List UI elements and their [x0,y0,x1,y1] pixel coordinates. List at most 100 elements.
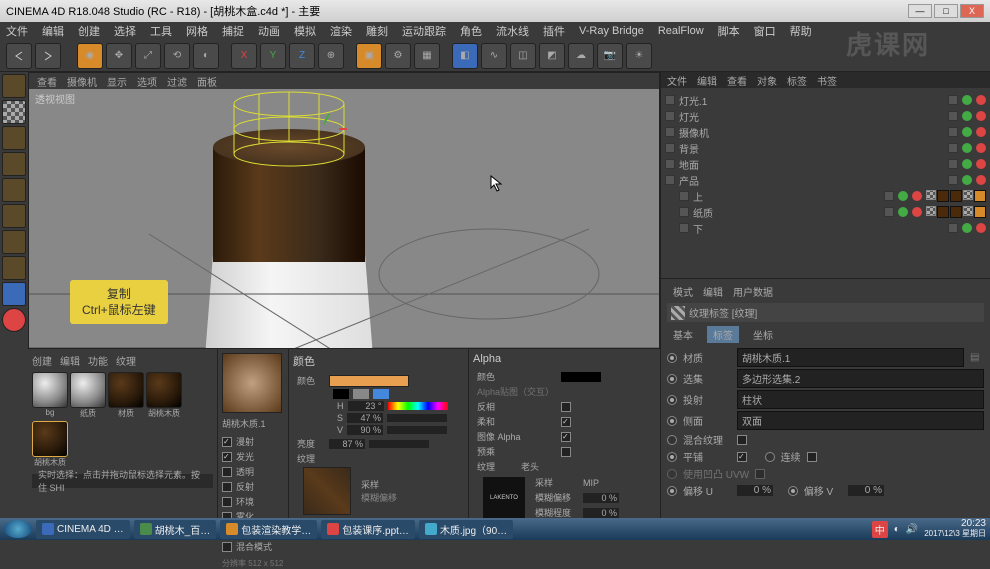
render-view-icon[interactable]: ▣ [356,43,382,69]
window-minimize[interactable]: — [908,4,932,18]
brightness-input[interactable]: 87 % [329,439,365,449]
radio-icon[interactable] [667,353,677,363]
menu-item[interactable]: RealFlow [658,25,704,37]
menu-item[interactable]: 网格 [186,23,208,39]
menu-item[interactable]: 渲染 [330,23,352,39]
scale-tool-icon[interactable]: ⤢ [135,43,161,69]
menu-item[interactable]: 脚本 [718,23,740,39]
select-tool-icon[interactable]: ◉ [77,43,103,69]
attr-tab[interactable]: 坐标 [747,326,779,343]
point-mode-icon[interactable] [2,152,26,176]
render-settings-icon[interactable]: ⚙ [385,43,411,69]
taskbar-item[interactable]: 木质.jpg（90… [419,520,513,539]
deformer-icon[interactable]: ◩ [539,43,565,69]
undo-icon[interactable] [6,43,32,69]
material-ball[interactable] [146,372,182,408]
start-button[interactable] [4,520,32,538]
alpha-tex-field[interactable]: 老头 [521,460,581,473]
attr-head-tab[interactable]: 模式 [673,284,693,299]
mix-checkbox[interactable] [737,435,747,445]
viewport-solo-icon[interactable] [2,256,26,280]
window-maximize[interactable]: □ [934,4,958,18]
layer-row[interactable]: 背景 [665,140,986,156]
material-grid[interactable]: bg纸质材质胡桃木质胡桃木质 [32,372,213,468]
layer-row[interactable]: 下 [665,220,986,236]
spline-icon[interactable]: ∿ [481,43,507,69]
sat-slider[interactable] [387,414,447,422]
viewport-tab[interactable]: 过滤 [167,74,187,89]
panel-tab[interactable]: 书签 [817,73,837,88]
channel-checkbox[interactable] [222,467,232,477]
channel-checkbox[interactable] [222,497,232,507]
texture-mode-icon[interactable] [2,100,26,124]
taskbar-item[interactable]: 包装渲染教学… [220,520,317,539]
layer-row[interactable]: 灯光 [665,108,986,124]
axis-y-icon[interactable]: Y [260,43,286,69]
layer-row[interactable]: 上 [665,188,986,204]
image-alpha-checkbox[interactable] [561,432,571,442]
viewport-tab[interactable]: 选项 [137,74,157,89]
viewport-tab[interactable]: 面板 [197,74,217,89]
redo-icon[interactable] [35,43,61,69]
premult-checkbox[interactable] [561,447,571,457]
tray-icon[interactable]: 🔊 [906,524,918,535]
mat-tab[interactable]: 功能 [88,353,108,368]
material-ball[interactable] [108,372,144,408]
panel-tab[interactable]: 编辑 [697,73,717,88]
taskbar-item[interactable]: CINEMA 4D … [36,520,130,539]
menu-item[interactable]: 工具 [150,23,172,39]
light-icon[interactable]: ☀ [626,43,652,69]
channel-checkbox[interactable] [222,437,232,447]
layer-row[interactable]: 灯光.1 [665,92,986,108]
menu-item[interactable]: 捕捉 [222,23,244,39]
blur-offset-input[interactable]: 0 % [583,493,619,503]
attr-tab[interactable]: 标签 [707,326,739,343]
hue-input[interactable]: 23 ° [348,401,384,411]
menu-item[interactable]: V-Ray Bridge [579,25,644,37]
panel-tab[interactable]: 查看 [727,73,747,88]
side-select[interactable]: 双面 [737,411,984,430]
projection-select[interactable]: 柱状 [737,390,984,409]
attr-head-tab[interactable]: 编辑 [703,284,723,299]
attr-tab[interactable]: 基本 [667,326,699,343]
seam-checkbox[interactable] [807,452,817,462]
menu-item[interactable]: 文件 [6,23,28,39]
material-field[interactable]: 胡桃木质.1 [737,348,964,367]
layer-tree[interactable]: 灯光.1灯光摄像机背景地面产品上纸质下 [661,88,990,278]
viewport-tab[interactable]: 摄像机 [67,74,97,89]
soft-select-icon[interactable] [2,308,26,332]
axis-z-icon[interactable]: Z [289,43,315,69]
selection-field[interactable]: 多边形选集.2 [737,369,984,388]
enable-axis-icon[interactable] [2,230,26,254]
menu-item[interactable]: 创建 [78,23,100,39]
channel-checkbox[interactable] [222,452,232,462]
panel-tab[interactable]: 文件 [667,73,687,88]
channel-checkbox[interactable] [222,482,232,492]
val-input[interactable]: 90 % [347,425,383,435]
workplane-icon[interactable] [2,126,26,150]
sample-select[interactable]: MIP [583,478,633,488]
menu-item[interactable]: 插件 [543,23,565,39]
menu-item[interactable]: 雕刻 [366,23,388,39]
generator-icon[interactable]: ◫ [510,43,536,69]
mat-tab[interactable]: 创建 [32,353,52,368]
menu-item[interactable]: 流水线 [496,23,529,39]
taskbar-item[interactable]: 包装课序.ppt… [321,520,415,539]
texture-thumbnail[interactable] [303,467,351,515]
viewport-tab[interactable]: 显示 [107,74,127,89]
material-ball[interactable] [70,372,106,408]
menu-item[interactable]: 角色 [460,23,482,39]
poly-mode-icon[interactable] [2,204,26,228]
blur-scale-input[interactable]: 0 % [583,508,619,518]
window-close[interactable]: X [960,4,984,18]
hue-slider[interactable] [388,402,448,410]
cube-primitive-icon[interactable]: ◧ [452,43,478,69]
menu-item[interactable]: 编辑 [42,23,64,39]
mat-tab[interactable]: 编辑 [60,353,80,368]
menu-item[interactable]: 帮助 [790,23,812,39]
ime-indicator[interactable]: 中 [872,521,888,538]
color-swatch[interactable] [329,375,409,387]
menu-item[interactable]: 窗口 [754,23,776,39]
layer-row[interactable]: 地面 [665,156,986,172]
link-icon[interactable]: ▤ [970,352,984,363]
